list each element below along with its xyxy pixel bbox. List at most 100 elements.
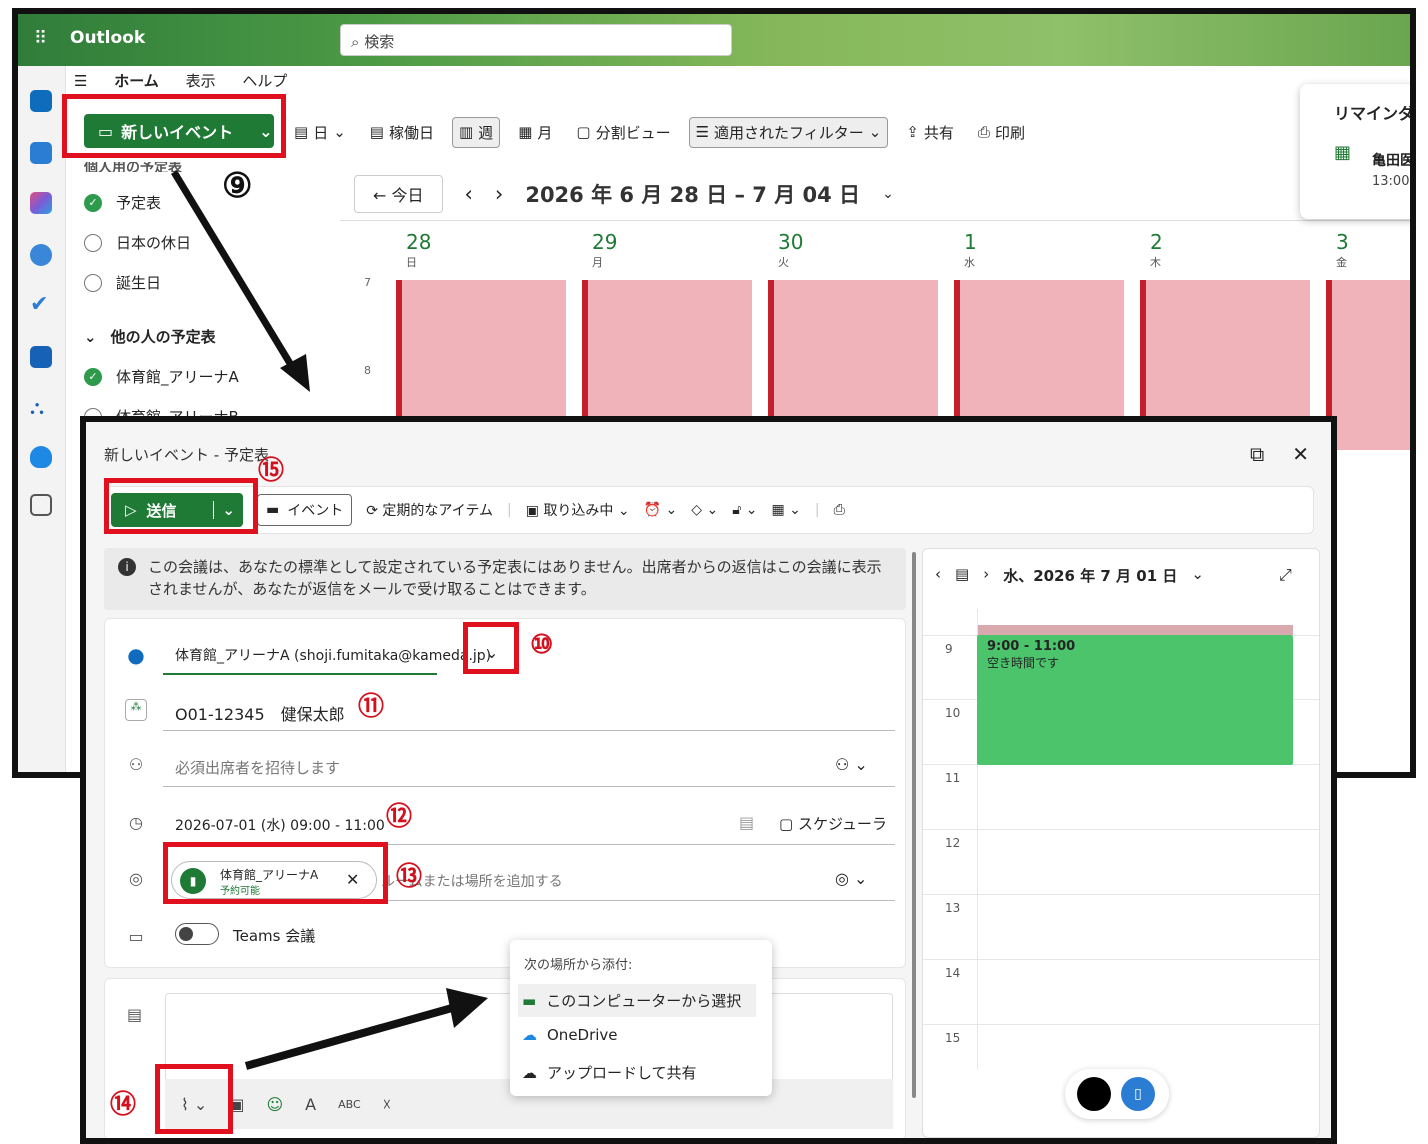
recurring-button[interactable]: ⟳ 定期的なアイテム (366, 500, 493, 520)
highlight-box (104, 478, 258, 534)
more-apps-icon[interactable] (30, 494, 52, 516)
video-camera-icon: ▭ (128, 927, 144, 946)
attach-from-computer[interactable]: ▬ このコンピューターから選択 (518, 984, 756, 1017)
chevron-down-icon[interactable]: ⌄ (882, 186, 894, 202)
avatar[interactable] (1077, 1077, 1111, 1111)
separator: | (507, 502, 512, 518)
attendee-options-icon[interactable]: ⚇ ⌄ (835, 755, 868, 774)
view-week-button[interactable]: ▥ 週 (451, 116, 501, 148)
view-workweek-button[interactable]: ▤ 稼働日 (364, 118, 440, 147)
day-header[interactable]: 1水 (964, 230, 977, 270)
separator: | (814, 502, 820, 518)
date-navigation: ← 今日 ‹ › 2026 年 6 月 28 日 – 7 月 04 日 ⌄ (354, 174, 894, 214)
mail-icon[interactable] (30, 90, 52, 112)
reminder-alarm-icon[interactable]: ⏰ ⌄ (644, 502, 678, 518)
top-bar: ⠿ Outlook ⌕ 検索 (18, 14, 1410, 66)
apps-icon[interactable]: ▦ ⌄ (771, 502, 800, 518)
title-icon: ⁂ (125, 699, 147, 721)
event-title-input[interactable]: O01-12345 健保太郎 (175, 701, 345, 725)
split-view-button[interactable]: ▢ 分割ビュー (570, 118, 676, 147)
lock-icon[interactable]: 🔓︎ ⌄ (732, 502, 757, 518)
calendar-icon: ▦ (1334, 142, 1352, 163)
cloud-upload-icon: ☁ (522, 1063, 537, 1082)
print-button[interactable]: ⎙ 印刷 (972, 118, 1031, 147)
day-header[interactable]: 30 火 (778, 230, 803, 270)
hamburger-icon[interactable]: ☰ (74, 72, 87, 90)
attendees-input[interactable]: 必須出席者を招待します (175, 757, 340, 778)
highlight-box (463, 622, 519, 674)
menu-help[interactable]: ヘルプ (242, 72, 287, 90)
info-banner: i この会議は、あなたの標準として設定されている予定表にはありません。出席者から… (104, 548, 906, 610)
upload-and-share[interactable]: ☁ アップロードして共有 (522, 1062, 697, 1083)
onedrive-icon[interactable] (30, 446, 52, 468)
emoji-icon[interactable]: ☺ (266, 1095, 283, 1114)
reminder-panel[interactable]: リマインダ ▦ 亀田医 13:00 (1300, 84, 1414, 219)
event-time: 9:00 - 11:00 (987, 639, 1076, 654)
next-week-icon[interactable]: › (495, 182, 503, 206)
unchecked-icon (84, 273, 102, 292)
spellcheck-icon[interactable]: ABC (338, 1098, 361, 1111)
people-icon[interactable] (30, 244, 52, 266)
category-tag-icon[interactable]: ◇ ⌄ (691, 502, 718, 518)
attach-menu-header: 次の場所から添付: (524, 958, 633, 973)
app-launcher-icon[interactable]: ⠿ (34, 30, 54, 50)
search-input[interactable]: ⌕ 検索 (340, 24, 732, 56)
close-icon[interactable]: ✕ (1292, 442, 1309, 466)
room-avatar-icon[interactable]: ▯ (1121, 1077, 1155, 1111)
share-button[interactable]: ⇪ 共有 (900, 118, 960, 147)
popout-icon[interactable]: ⧉ (1250, 442, 1264, 466)
chevron-down-icon[interactable]: ⌄ (1191, 565, 1204, 586)
annotation-10: ⑩ (530, 630, 554, 660)
title-row: ⁂ O01-12345 健保太郎 (105, 681, 907, 737)
day-header[interactable]: 2木 (1150, 230, 1163, 270)
org-icon[interactable]: ⛬ (30, 396, 52, 418)
info-icon: i (118, 558, 136, 576)
todo-icon[interactable]: ✔ (30, 294, 52, 316)
attach-from-onedrive[interactable]: ☁ OneDrive (522, 1026, 618, 1044)
side-calendar: ‹ ▤ › 水、2026 年 7 月 01 日 ⌄ ⤢ 9 10 11 12 1… (922, 548, 1320, 1138)
calendar-icon[interactable] (30, 142, 52, 164)
next-day-icon[interactable]: › (983, 565, 989, 586)
teams-row: ▭ Teams 会議 (105, 909, 907, 965)
underline (163, 786, 895, 787)
calendar-item[interactable]: ✓ 予定表 (84, 192, 161, 213)
new-event-block[interactable]: 9:00 - 11:00 空き時間です (977, 635, 1293, 765)
day-header[interactable]: 3金 (1336, 230, 1349, 270)
scrollbar[interactable] (912, 552, 916, 1098)
event-type-button[interactable]: ▬ イベント (257, 494, 353, 526)
calendar-icon[interactable]: ▤ (955, 565, 969, 586)
prev-week-icon[interactable]: ‹ (465, 182, 473, 206)
busy-event-block[interactable] (1326, 280, 1410, 450)
reminder-time: 13:00 (1372, 174, 1410, 189)
reminder-item: 亀田医 (1372, 153, 1414, 169)
filter-button[interactable]: ☰ 適用されたフィルター ⌄ (688, 116, 889, 148)
calendar-select[interactable]: 体育館_アリーナA (shoji.fumitaka@kameda.jp) (175, 645, 491, 665)
expand-icon[interactable]: ⤢ (1279, 565, 1292, 585)
teams-toggle[interactable] (175, 923, 219, 945)
view-day-button[interactable]: ▤ 日 ⌄ (288, 118, 352, 147)
room-finder-icon[interactable]: ◎ ⌄ (835, 869, 867, 888)
prev-day-icon[interactable]: ‹ (935, 565, 941, 586)
day-header[interactable]: 28 日 (406, 230, 431, 270)
format-text-icon[interactable]: A (305, 1095, 316, 1114)
menu-view[interactable]: 表示 (186, 72, 216, 90)
annotation-12: ⑫ (386, 802, 413, 832)
side-calendar-date[interactable]: 水、2026 年 7 月 01 日 (1003, 565, 1177, 586)
datetime-picker[interactable]: 2026-07-01 (水) 09:00 - 11:00 (175, 815, 385, 835)
date-range[interactable]: 2026 年 6 月 28 日 – 7 月 04 日 (525, 179, 860, 209)
today-button[interactable]: ← 今日 (354, 175, 443, 213)
view-month-button[interactable]: ▦ 月 (512, 118, 558, 147)
calendar-item[interactable]: 誕生日 (84, 272, 161, 293)
folder-icon: ▬ (522, 991, 537, 1010)
copilot-icon[interactable] (30, 192, 52, 214)
day-header[interactable]: 29 月 (592, 230, 617, 270)
files-icon[interactable] (30, 346, 52, 368)
info-text: この会議は、あなたの標準として設定されている予定表にはありません。出席者からの返… (148, 558, 882, 598)
print-icon[interactable]: ⎙ (834, 502, 845, 518)
menu-home[interactable]: ホーム (114, 72, 159, 90)
scheduler-button[interactable]: ▢ スケジューラ (779, 813, 887, 834)
busy-status-button[interactable]: ▣ 取り込み中 ⌄ (526, 500, 630, 520)
accessibility-icon[interactable]: ☓ (383, 1095, 392, 1114)
annotation-14: ⑭ (110, 1090, 137, 1120)
calendar-icon[interactable]: ▤ (739, 813, 754, 832)
